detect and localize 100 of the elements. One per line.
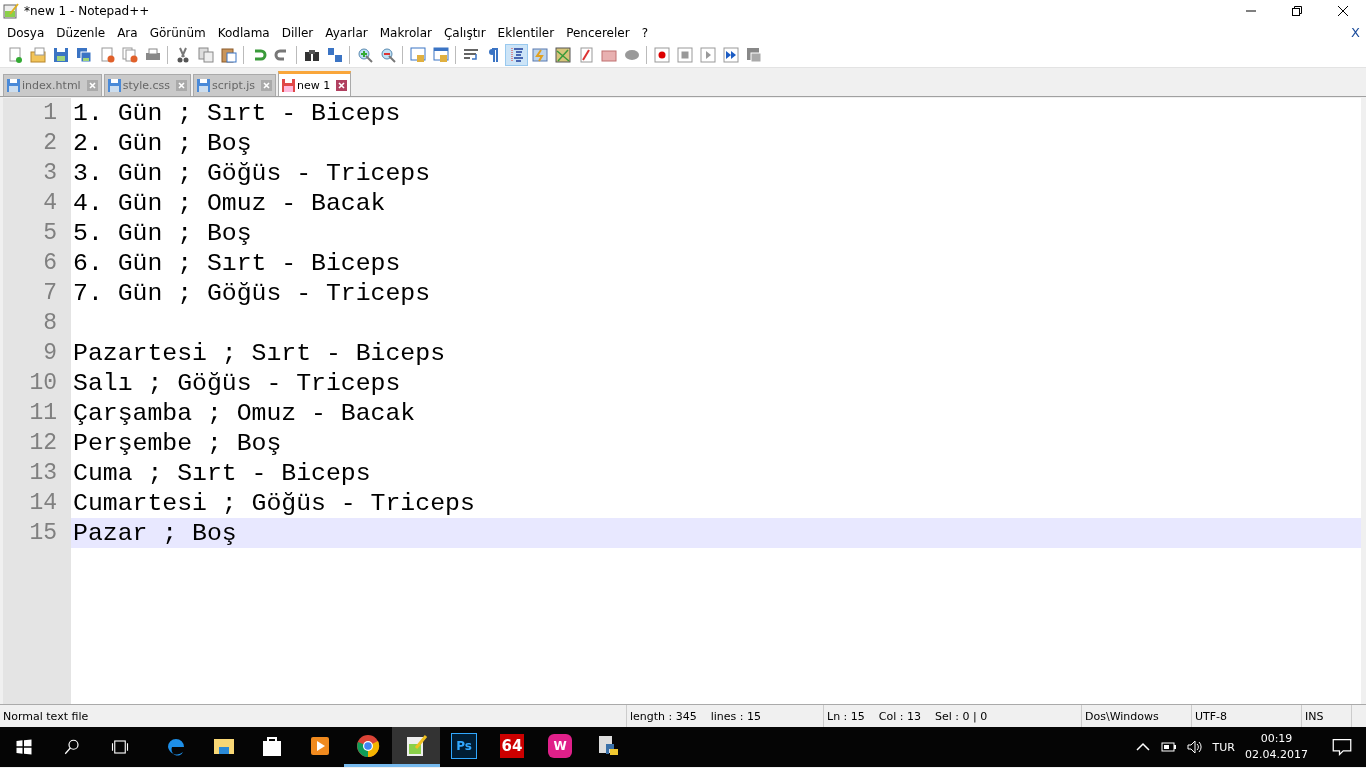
notepad-icon	[3, 3, 19, 19]
restore-icon	[1292, 6, 1302, 16]
window-stack-icon	[745, 47, 762, 63]
tab-label: index.html	[22, 79, 81, 92]
hex-icon: 64	[500, 734, 524, 758]
line-number: 9	[42, 339, 58, 368]
folder-icon	[600, 47, 617, 63]
code-line: 2. Gün ; Boş	[73, 129, 252, 157]
menu-item[interactable]: Düzenle	[50, 25, 112, 40]
volume-icon[interactable]	[1186, 739, 1203, 755]
line-number: 3	[42, 159, 58, 188]
code-line: Cumartesi ; Göğüs - Triceps	[73, 489, 475, 517]
paste-icon	[220, 47, 237, 63]
shopping-bag-icon	[260, 734, 284, 758]
menu-item[interactable]: Makrolar	[373, 25, 438, 40]
line-number: 15	[28, 519, 58, 548]
code-line: Çarşamba ; Omuz - Bacak	[73, 399, 416, 427]
code-line: Perşembe ; Boş	[73, 429, 282, 457]
window-title: *new 1 - Notepad++	[24, 4, 151, 18]
menu-item[interactable]: Diller	[275, 25, 320, 40]
code-line: 3. Gün ; Göğüs - Triceps	[73, 159, 431, 187]
close-icon[interactable]	[336, 79, 348, 91]
close-file-icon	[98, 47, 115, 63]
taskbar-app[interactable]: W	[536, 727, 584, 767]
line-number: 7	[42, 279, 58, 308]
menu-item[interactable]: Ara	[111, 25, 144, 40]
code-line: 1. Gün ; Sırt - Biceps	[73, 99, 401, 127]
save-all-icon	[75, 47, 92, 63]
close-icon	[1338, 6, 1348, 16]
tab-label: style.css	[122, 79, 171, 92]
menu-item[interactable]: Kodlama	[211, 25, 276, 40]
code-line: Pazar ; Boş	[73, 519, 237, 547]
chrome-icon	[356, 733, 380, 758]
tab[interactable]: script.js	[193, 74, 276, 96]
line-number: 11	[28, 399, 58, 428]
copy-icon	[197, 47, 214, 63]
zoom-in-icon	[356, 47, 373, 63]
line-number: 2	[42, 129, 58, 158]
tab[interactable]: new 1	[278, 71, 352, 96]
code-line: 5. Gün ; Boş	[73, 219, 252, 247]
save-icon	[107, 79, 121, 92]
word-wrap-icon	[462, 47, 479, 63]
fast-forward-icon	[722, 47, 739, 63]
battery-icon[interactable]	[1160, 739, 1177, 755]
menu-item[interactable]: Eklentiler	[491, 25, 561, 40]
line-number: 4	[42, 189, 58, 218]
document-icon	[577, 47, 594, 63]
taskbar-app[interactable]	[392, 727, 440, 767]
windows-icon	[15, 738, 33, 756]
binoculars-icon	[303, 47, 320, 63]
menu-item[interactable]: Çalıştır	[438, 25, 492, 40]
tab[interactable]: index.html	[3, 74, 102, 96]
code-line: 4. Gün ; Omuz - Bacak	[73, 189, 386, 217]
save-icon	[7, 79, 20, 92]
save-icon	[282, 78, 295, 92]
task-view-icon	[110, 738, 130, 756]
code-line: Salı ; Göğüs - Triceps	[73, 369, 401, 397]
code-line: Cuma ; Sırt - Biceps	[73, 459, 371, 487]
line-number: 13	[28, 459, 58, 488]
code-line: 6. Gün ; Sırt - Biceps	[73, 249, 401, 277]
search-icon	[63, 738, 81, 756]
menu-item[interactable]: Görünüm	[143, 25, 212, 40]
photoshop-icon: Ps	[451, 733, 477, 759]
code-line: 7. Gün ; Göğüs - Triceps	[73, 279, 431, 307]
line-number: 12	[28, 429, 58, 458]
menu-item[interactable]: Pencereler	[560, 25, 636, 40]
tab-label: new 1	[297, 78, 331, 92]
record-icon	[653, 47, 670, 63]
save-icon	[197, 79, 211, 92]
open-folder-icon	[29, 47, 46, 63]
tab[interactable]: style.css	[103, 74, 192, 96]
print-icon	[144, 47, 161, 63]
menu-item[interactable]: Ayarlar	[319, 25, 374, 40]
zoom-out-icon	[379, 47, 396, 63]
play-icon	[699, 47, 716, 63]
python-icon	[596, 734, 620, 758]
line-number: 1	[42, 99, 58, 128]
close-all-icon	[121, 47, 138, 63]
media-player-icon	[308, 734, 332, 758]
taskbar-app[interactable]: 64	[488, 727, 536, 767]
taskbar-app[interactable]: Ps	[440, 727, 488, 767]
line-number: 10	[28, 369, 58, 398]
line-number: 6	[42, 249, 58, 278]
code-line: Pazartesi ; Sırt - Biceps	[73, 339, 445, 367]
notepad-icon	[404, 733, 428, 758]
tab-label: script.js	[212, 79, 255, 92]
notification-icon[interactable]	[1332, 737, 1352, 757]
language-indicator[interactable]: TUR	[1212, 740, 1235, 754]
menu-item[interactable]: Dosya	[1, 25, 51, 40]
menu-item[interactable]: ?	[635, 25, 654, 40]
save-icon	[52, 47, 69, 63]
line-number: 14	[28, 489, 58, 518]
line-number: 5	[42, 219, 58, 248]
clock[interactable]: 00:19 02.04.2017	[1245, 731, 1308, 763]
indent-guide-icon	[508, 47, 525, 63]
line-number: 8	[42, 309, 58, 338]
close-document-button[interactable]: X	[1351, 25, 1360, 40]
wamp-icon: W	[548, 734, 572, 758]
new-file-icon	[6, 47, 23, 63]
stop-icon	[676, 47, 693, 63]
